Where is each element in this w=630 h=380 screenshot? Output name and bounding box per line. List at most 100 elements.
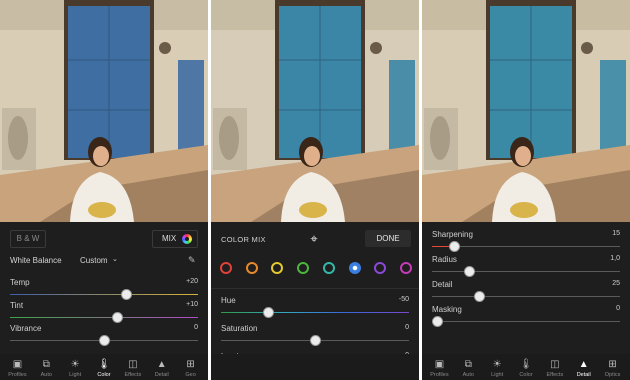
slider-value: -50: [398, 296, 409, 303]
chevron-down-icon[interactable]: ⌄: [112, 255, 118, 263]
slider-saturation[interactable]: Saturation 0: [221, 324, 409, 350]
slider-value: 1,0: [610, 255, 620, 262]
toolbar-item-detail[interactable]: ▲ Detail: [147, 354, 176, 380]
slider-detail[interactable]: Detail 25: [432, 280, 620, 306]
color-mix-title: COLOR MIX: [221, 235, 266, 244]
toolbar-item-light[interactable]: ☀ Light: [61, 354, 90, 380]
effects-icon: ◫: [128, 359, 138, 370]
slider-label: Vibrance: [10, 324, 42, 333]
auto-icon: ⧉: [464, 359, 472, 370]
slider-radius[interactable]: Radius 1,0: [432, 255, 620, 281]
slider-track[interactable]: [221, 312, 409, 313]
slider-knob[interactable]: [309, 335, 321, 346]
toolbar-item-label: Geo: [185, 372, 196, 378]
slider-hue[interactable]: Hue -50: [221, 296, 409, 322]
photo-preview: [211, 0, 419, 222]
profiles-icon: ▣: [12, 359, 23, 370]
slider-track[interactable]: [432, 271, 620, 272]
toolbar-item-profiles[interactable]: ▣ Profiles: [425, 354, 454, 380]
color-swatch[interactable]: [348, 262, 361, 274]
color-swatch[interactable]: [245, 262, 258, 274]
slider-label: Hue: [221, 296, 236, 305]
mix-label: MIX: [162, 234, 177, 243]
detail-icon: ▲: [156, 359, 167, 370]
color-swatch[interactable]: [271, 262, 284, 274]
color-icon: 🌡: [97, 359, 111, 370]
color-swatch[interactable]: [297, 262, 310, 274]
slider-label: Sharpening: [432, 230, 473, 239]
toolbar-item-label: Profiles: [8, 372, 27, 378]
toolbar-item-optics[interactable]: ⊞ Optics: [598, 354, 627, 380]
toolbar-item-label: Light: [69, 372, 82, 378]
detail-icon: ▲: [578, 359, 589, 370]
toolbar-item-label: Color: [97, 372, 111, 378]
auto-icon: ⧉: [42, 359, 50, 370]
toolbar-item-color[interactable]: 🌡 Color: [512, 354, 541, 380]
slider-knob[interactable]: [449, 241, 461, 252]
bottom-toolbar: ▣ Profiles ⧉ Auto ☀ Light 🌡 Color ◫ Effects ▲ Detai…: [0, 354, 208, 380]
slider-track[interactable]: [432, 321, 620, 322]
bottom-toolbar: ▣ Profiles ⧉ Auto ☀ Light 🌡 Color ◫ Effects ▲ Detai…: [422, 354, 630, 380]
slider-value: 25: [612, 280, 620, 287]
slider-value: 0: [616, 305, 620, 312]
color-swatch-row: [220, 262, 412, 274]
toolbar-item-profiles[interactable]: ▣ Profiles: [3, 354, 32, 380]
slider-track[interactable]: [10, 317, 198, 318]
slider-knob[interactable]: [121, 289, 133, 300]
toolbar-item-label: Light: [491, 372, 504, 378]
eyedropper-icon[interactable]: ✎: [188, 255, 196, 266]
slider-label: Masking: [432, 305, 462, 314]
slider-value: 0: [405, 324, 409, 331]
slider-knob[interactable]: [111, 312, 123, 323]
white-balance-label: White Balance: [10, 256, 62, 265]
slider-knob[interactable]: [464, 266, 476, 277]
slider-label: Tint: [10, 301, 24, 310]
slider-vibrance[interactable]: Vibrance 0: [10, 324, 198, 350]
slider-sharpening[interactable]: Sharpening 15: [432, 230, 620, 256]
slider-knob[interactable]: [473, 291, 485, 302]
toolbar-item-effects[interactable]: ◫ Effects: [540, 354, 569, 380]
slider-label: Detail: [432, 280, 453, 289]
slider-value: 15: [612, 230, 620, 237]
slider-knob[interactable]: [262, 307, 274, 318]
slider-knob[interactable]: [432, 316, 443, 327]
color-swatch[interactable]: [399, 262, 412, 274]
toolbar-item-geometry[interactable]: ⊞ Geo: [176, 354, 205, 380]
slider-masking[interactable]: Masking 0: [432, 305, 620, 331]
toolbar-item-label: Color: [519, 372, 533, 378]
bw-button[interactable]: B & W: [10, 230, 46, 248]
toolbar-item-label: Detail: [154, 372, 169, 378]
slider-value: +10: [186, 301, 198, 308]
toolbar-item-detail[interactable]: ▲ Detail: [569, 354, 598, 380]
color-swatch[interactable]: [374, 262, 387, 274]
optics-icon: ⊞: [608, 359, 617, 370]
mix-button[interactable]: MIX: [152, 230, 198, 248]
target-adjust-icon[interactable]: ⌖: [306, 231, 322, 247]
color-swatch[interactable]: [322, 262, 335, 274]
toolbar-item-label: Detail: [576, 372, 591, 378]
toolbar-item-label: Profiles: [430, 372, 449, 378]
toolbar-item-color[interactable]: 🌡 Color: [90, 354, 119, 380]
toolbar-item-label: Auto: [40, 372, 52, 378]
photo-preview: [0, 0, 208, 222]
toolbar-item-auto[interactable]: ⧉ Auto: [454, 354, 483, 380]
color-swatch[interactable]: [220, 262, 232, 274]
done-button[interactable]: DONE: [365, 230, 411, 247]
slider-track[interactable]: [432, 296, 620, 297]
panel-detail: Sharpening 15 Radius 1,0 Detail 25 Masking 0 ▣ P…: [422, 0, 630, 380]
toolbar-item-effects[interactable]: ◫ Effects: [118, 354, 147, 380]
slider-label: Temp: [10, 278, 30, 287]
toolbar-item-label: Auto: [462, 372, 474, 378]
toolbar-item-label: Effects: [124, 372, 142, 378]
color-wheel-icon: [182, 234, 192, 244]
toolbar-item-auto[interactable]: ⧉ Auto: [32, 354, 61, 380]
toolbar-item-label: Effects: [546, 372, 564, 378]
divider: [211, 288, 419, 289]
white-balance-dropdown[interactable]: Custom: [80, 256, 108, 265]
slider-label: Saturation: [221, 324, 258, 333]
slider-track[interactable]: [10, 294, 198, 295]
slider-track[interactable]: [432, 246, 620, 247]
toolbar-item-light[interactable]: ☀ Light: [483, 354, 512, 380]
light-icon: ☀: [70, 359, 80, 370]
slider-knob[interactable]: [98, 335, 110, 346]
